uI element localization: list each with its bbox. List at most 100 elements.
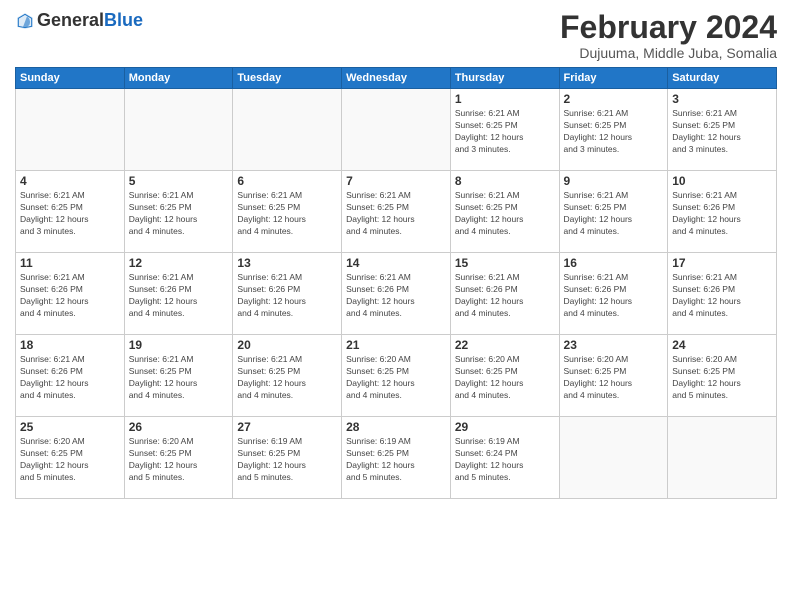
calendar-cell: 25 Sunrise: 6:20 AM Sunset: 6:25 PM Dayli… bbox=[16, 417, 125, 499]
logo-icon bbox=[15, 11, 35, 31]
day-info: Sunrise: 6:20 AM Sunset: 6:25 PM Dayligh… bbox=[129, 436, 229, 484]
day-info: Sunrise: 6:21 AM Sunset: 6:26 PM Dayligh… bbox=[20, 354, 120, 402]
day-number: 20 bbox=[237, 338, 337, 352]
title-section: February 2024 Dujuuma, Middle Juba, Soma… bbox=[560, 10, 777, 61]
day-info: Sunrise: 6:21 AM Sunset: 6:25 PM Dayligh… bbox=[455, 190, 555, 238]
calendar-cell: 13 Sunrise: 6:21 AM Sunset: 6:26 PM Dayli… bbox=[233, 253, 342, 335]
calendar-cell: 9Sunrise: 6:21 AM Sunset: 6:25 PM Daylig… bbox=[559, 171, 668, 253]
calendar-header-friday: Friday bbox=[559, 68, 668, 89]
day-number: 14 bbox=[346, 256, 446, 270]
logo-blue: Blue bbox=[104, 10, 143, 31]
day-info: Sunrise: 6:21 AM Sunset: 6:26 PM Dayligh… bbox=[237, 272, 337, 320]
calendar-cell: 10 Sunrise: 6:21 AM Sunset: 6:26 PM Dayli… bbox=[668, 171, 777, 253]
day-info: Sunrise: 6:21 AM Sunset: 6:25 PM Dayligh… bbox=[129, 190, 229, 238]
calendar-table: SundayMondayTuesdayWednesdayThursdayFrid… bbox=[15, 67, 777, 499]
day-info: Sunrise: 6:19 AM Sunset: 6:25 PM Dayligh… bbox=[346, 436, 446, 484]
calendar-cell: 17Sunrise: 6:21 AM Sunset: 6:26 PM Dayli… bbox=[668, 253, 777, 335]
calendar-cell: 7 Sunrise: 6:21 AM Sunset: 6:25 PM Daylig… bbox=[342, 171, 451, 253]
calendar-week-5: 25 Sunrise: 6:20 AM Sunset: 6:25 PM Dayli… bbox=[16, 417, 777, 499]
calendar-cell: 16 Sunrise: 6:21 AM Sunset: 6:26 PM Dayli… bbox=[559, 253, 668, 335]
day-info: Sunrise: 6:21 AM Sunset: 6:25 PM Dayligh… bbox=[672, 108, 772, 156]
day-info: Sunrise: 6:21 AM Sunset: 6:25 PM Dayligh… bbox=[129, 354, 229, 402]
day-number: 11 bbox=[20, 256, 120, 270]
calendar-cell: 12 Sunrise: 6:21 AM Sunset: 6:26 PM Dayli… bbox=[124, 253, 233, 335]
day-number: 28 bbox=[346, 420, 446, 434]
day-number: 5 bbox=[129, 174, 229, 188]
day-number: 8 bbox=[455, 174, 555, 188]
day-number: 7 bbox=[346, 174, 446, 188]
day-info: Sunrise: 6:21 AM Sunset: 6:25 PM Dayligh… bbox=[564, 108, 664, 156]
calendar-week-3: 11 Sunrise: 6:21 AM Sunset: 6:26 PM Dayli… bbox=[16, 253, 777, 335]
calendar-cell: 4 Sunrise: 6:21 AM Sunset: 6:25 PM Daylig… bbox=[16, 171, 125, 253]
day-info: Sunrise: 6:21 AM Sunset: 6:25 PM Dayligh… bbox=[237, 354, 337, 402]
day-info: Sunrise: 6:20 AM Sunset: 6:25 PM Dayligh… bbox=[672, 354, 772, 402]
calendar-cell: 11 Sunrise: 6:21 AM Sunset: 6:26 PM Dayli… bbox=[16, 253, 125, 335]
day-info: Sunrise: 6:19 AM Sunset: 6:25 PM Dayligh… bbox=[237, 436, 337, 484]
month-year-title: February 2024 bbox=[560, 10, 777, 45]
day-info: Sunrise: 6:20 AM Sunset: 6:25 PM Dayligh… bbox=[346, 354, 446, 402]
calendar-cell: 19 Sunrise: 6:21 AM Sunset: 6:25 PM Dayli… bbox=[124, 335, 233, 417]
calendar-cell bbox=[342, 89, 451, 171]
calendar-week-1: 1Sunrise: 6:21 AM Sunset: 6:25 PM Daylig… bbox=[16, 89, 777, 171]
calendar-cell: 5 Sunrise: 6:21 AM Sunset: 6:25 PM Daylig… bbox=[124, 171, 233, 253]
calendar-header-sunday: Sunday bbox=[16, 68, 125, 89]
day-info: Sunrise: 6:21 AM Sunset: 6:26 PM Dayligh… bbox=[564, 272, 664, 320]
day-number: 18 bbox=[20, 338, 120, 352]
calendar-cell: 27 Sunrise: 6:19 AM Sunset: 6:25 PM Dayli… bbox=[233, 417, 342, 499]
day-info: Sunrise: 6:21 AM Sunset: 6:25 PM Dayligh… bbox=[346, 190, 446, 238]
calendar-cell bbox=[559, 417, 668, 499]
calendar-cell: 8 Sunrise: 6:21 AM Sunset: 6:25 PM Daylig… bbox=[450, 171, 559, 253]
calendar-cell bbox=[668, 417, 777, 499]
calendar-header-monday: Monday bbox=[124, 68, 233, 89]
calendar-cell: 28 Sunrise: 6:19 AM Sunset: 6:25 PM Dayli… bbox=[342, 417, 451, 499]
day-info: Sunrise: 6:21 AM Sunset: 6:26 PM Dayligh… bbox=[346, 272, 446, 320]
calendar-cell: 26 Sunrise: 6:20 AM Sunset: 6:25 PM Dayli… bbox=[124, 417, 233, 499]
calendar-cell: 20 Sunrise: 6:21 AM Sunset: 6:25 PM Dayli… bbox=[233, 335, 342, 417]
calendar-cell: 22Sunrise: 6:20 AM Sunset: 6:25 PM Dayli… bbox=[450, 335, 559, 417]
day-number: 21 bbox=[346, 338, 446, 352]
day-number: 27 bbox=[237, 420, 337, 434]
day-info: Sunrise: 6:21 AM Sunset: 6:25 PM Dayligh… bbox=[455, 108, 555, 156]
day-info: Sunrise: 6:20 AM Sunset: 6:25 PM Dayligh… bbox=[20, 436, 120, 484]
day-info: Sunrise: 6:20 AM Sunset: 6:25 PM Dayligh… bbox=[564, 354, 664, 402]
day-info: Sunrise: 6:21 AM Sunset: 6:26 PM Dayligh… bbox=[455, 272, 555, 320]
day-number: 29 bbox=[455, 420, 555, 434]
day-number: 19 bbox=[129, 338, 229, 352]
calendar-cell: 2Sunrise: 6:21 AM Sunset: 6:25 PM Daylig… bbox=[559, 89, 668, 171]
day-info: Sunrise: 6:21 AM Sunset: 6:25 PM Dayligh… bbox=[20, 190, 120, 238]
calendar-header-tuesday: Tuesday bbox=[233, 68, 342, 89]
calendar-cell: 15Sunrise: 6:21 AM Sunset: 6:26 PM Dayli… bbox=[450, 253, 559, 335]
day-number: 3 bbox=[672, 92, 772, 106]
calendar-cell: 14 Sunrise: 6:21 AM Sunset: 6:26 PM Dayli… bbox=[342, 253, 451, 335]
day-number: 26 bbox=[129, 420, 229, 434]
calendar-cell bbox=[124, 89, 233, 171]
day-info: Sunrise: 6:21 AM Sunset: 6:26 PM Dayligh… bbox=[20, 272, 120, 320]
calendar-cell: 29 Sunrise: 6:19 AM Sunset: 6:24 PM Dayli… bbox=[450, 417, 559, 499]
day-number: 22 bbox=[455, 338, 555, 352]
calendar-header-thursday: Thursday bbox=[450, 68, 559, 89]
day-number: 9 bbox=[564, 174, 664, 188]
calendar-header-row: SundayMondayTuesdayWednesdayThursdayFrid… bbox=[16, 68, 777, 89]
calendar-cell: 18 Sunrise: 6:21 AM Sunset: 6:26 PM Dayli… bbox=[16, 335, 125, 417]
day-info: Sunrise: 6:21 AM Sunset: 6:25 PM Dayligh… bbox=[237, 190, 337, 238]
day-number: 16 bbox=[564, 256, 664, 270]
day-number: 17 bbox=[672, 256, 772, 270]
day-number: 4 bbox=[20, 174, 120, 188]
calendar-cell: 1Sunrise: 6:21 AM Sunset: 6:25 PM Daylig… bbox=[450, 89, 559, 171]
day-number: 24 bbox=[672, 338, 772, 352]
calendar-cell: 21 Sunrise: 6:20 AM Sunset: 6:25 PM Dayli… bbox=[342, 335, 451, 417]
calendar-week-4: 18 Sunrise: 6:21 AM Sunset: 6:26 PM Dayli… bbox=[16, 335, 777, 417]
day-number: 10 bbox=[672, 174, 772, 188]
day-number: 23 bbox=[564, 338, 664, 352]
day-info: Sunrise: 6:19 AM Sunset: 6:24 PM Dayligh… bbox=[455, 436, 555, 484]
location-label: Dujuuma, Middle Juba, Somalia bbox=[560, 45, 777, 61]
calendar-cell bbox=[233, 89, 342, 171]
day-info: Sunrise: 6:21 AM Sunset: 6:26 PM Dayligh… bbox=[129, 272, 229, 320]
page: General Blue February 2024 Dujuuma, Midd… bbox=[0, 0, 792, 612]
day-info: Sunrise: 6:21 AM Sunset: 6:26 PM Dayligh… bbox=[672, 190, 772, 238]
calendar-cell: 3 Sunrise: 6:21 AM Sunset: 6:25 PM Daylig… bbox=[668, 89, 777, 171]
day-number: 12 bbox=[129, 256, 229, 270]
calendar-cell: 6Sunrise: 6:21 AM Sunset: 6:25 PM Daylig… bbox=[233, 171, 342, 253]
day-number: 25 bbox=[20, 420, 120, 434]
day-number: 13 bbox=[237, 256, 337, 270]
